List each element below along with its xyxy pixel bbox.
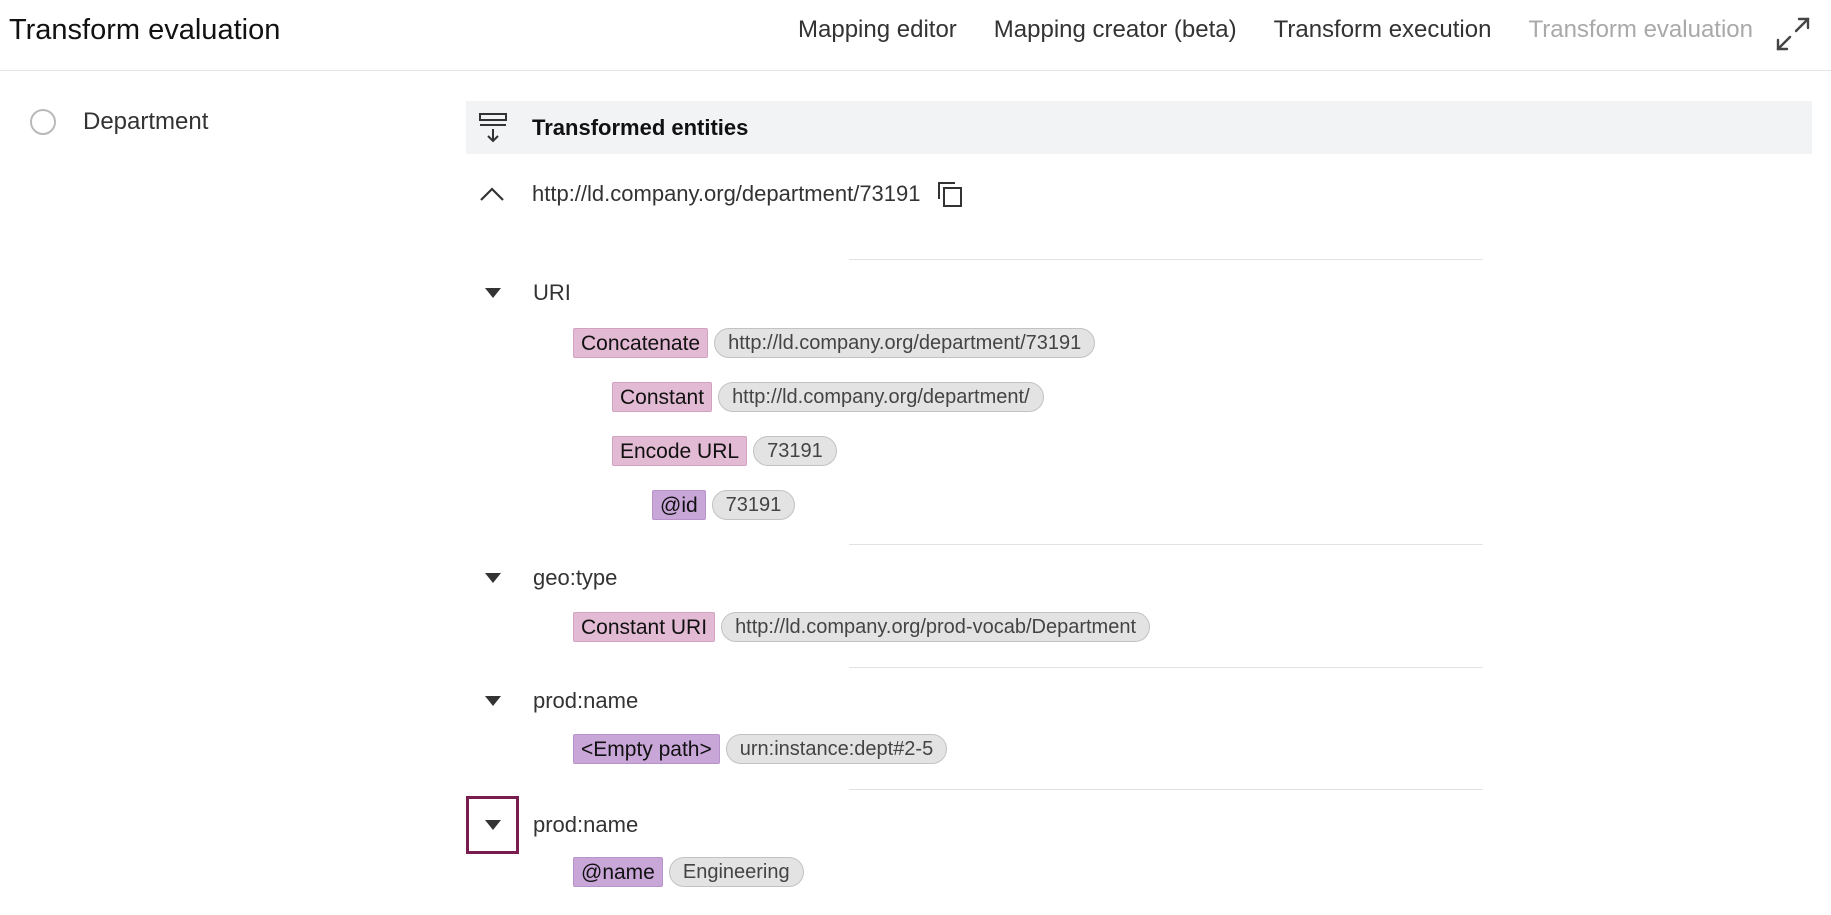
- page-title: Transform evaluation: [9, 14, 281, 46]
- entity-header: http://ld.company.org/department/73191: [466, 174, 965, 214]
- tab-mapping-creator[interactable]: Mapping creator (beta): [994, 14, 1237, 46]
- caret-down-icon: [484, 820, 501, 830]
- operator-row: Constant http://ld.company.org/departmen…: [612, 381, 1044, 413]
- value-pill: http://ld.company.org/department/73191: [714, 328, 1096, 358]
- property-label: URI: [533, 280, 571, 305]
- operator-tag: Encode URL: [612, 436, 748, 466]
- tab-transform-execution[interactable]: Transform execution: [1274, 14, 1492, 46]
- nav-tabs: Mapping editor Mapping creator (beta) Tr…: [761, 14, 1753, 46]
- expand-icon: [1776, 17, 1810, 51]
- operator-tag: Concatenate: [573, 328, 709, 358]
- caret-down-icon: [484, 573, 501, 583]
- toggle-property-button[interactable]: [466, 266, 519, 320]
- operator-row: @id 73191: [652, 489, 796, 521]
- value-pill: urn:instance:dept#2-5: [725, 734, 948, 764]
- property-row: geo:type: [466, 551, 617, 605]
- value-pill: Engineering: [668, 857, 804, 887]
- operator-row: Encode URL 73191: [612, 435, 837, 467]
- tab-transform-evaluation[interactable]: Transform evaluation: [1528, 14, 1753, 46]
- operator-row: Constant URI http://ld.company.org/prod-…: [573, 611, 1151, 643]
- transformed-entities-icon: [479, 112, 507, 142]
- app-header: Transform evaluation Mapping editor Mapp…: [0, 0, 1831, 71]
- operator-row: <Empty path> urn:instance:dept#2-5: [573, 733, 948, 765]
- copy-button[interactable]: [935, 179, 965, 209]
- operator-row: Concatenate http://ld.company.org/depart…: [573, 327, 1096, 359]
- panel-title: Transformed entities: [532, 114, 749, 140]
- operator-tag: Constant URI: [573, 612, 716, 642]
- entity-uri: http://ld.company.org/department/73191: [532, 181, 921, 206]
- toggle-property-button[interactable]: [466, 796, 519, 854]
- property-row: URI: [466, 266, 571, 320]
- divider: [849, 259, 1483, 260]
- value-pill: 73191: [711, 490, 796, 520]
- caret-down-icon: [484, 288, 501, 298]
- panel-header: Transformed entities: [466, 101, 1812, 154]
- caret-down-icon: [484, 696, 501, 706]
- operator-tag: @id: [652, 490, 706, 520]
- chevron-up-icon: [480, 187, 504, 201]
- operator-tag: @name: [573, 857, 663, 887]
- sidebar-item-department[interactable]: Department: [30, 108, 208, 136]
- divider: [849, 789, 1483, 790]
- property-row: prod:name: [466, 674, 638, 728]
- sidebar-item-label: Department: [83, 108, 209, 135]
- value-pill: http://ld.company.org/department/: [718, 382, 1044, 412]
- radio-button[interactable]: [30, 109, 56, 135]
- operator-row: @name Engineering: [573, 856, 804, 888]
- property-label: prod:name: [533, 812, 639, 837]
- collapse-entity-button[interactable]: [466, 174, 518, 214]
- copy-icon: [937, 182, 962, 207]
- operator-tag: Constant: [612, 382, 713, 412]
- property-row: prod:name: [466, 796, 638, 854]
- value-pill: 73191: [753, 436, 837, 466]
- tab-mapping-editor[interactable]: Mapping editor: [798, 14, 957, 46]
- operator-tag: <Empty path>: [573, 734, 720, 764]
- property-label: prod:name: [533, 688, 639, 713]
- divider: [849, 544, 1483, 545]
- toggle-property-button[interactable]: [466, 674, 519, 728]
- property-label: geo:type: [533, 565, 618, 590]
- expand-button[interactable]: [1773, 14, 1813, 54]
- divider: [849, 667, 1483, 668]
- toggle-property-button[interactable]: [466, 551, 519, 605]
- value-pill: http://ld.company.org/prod-vocab/Departm…: [721, 612, 1151, 642]
